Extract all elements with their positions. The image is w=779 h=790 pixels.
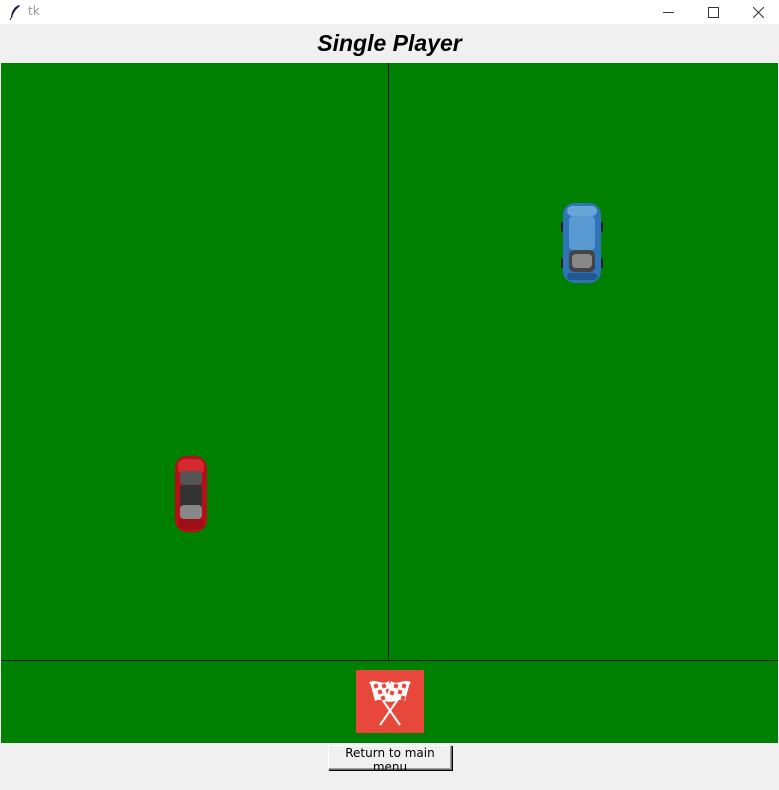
lane-divider bbox=[388, 63, 389, 660]
finish-area-divider bbox=[1, 660, 778, 661]
blue-car bbox=[561, 203, 603, 283]
checkered-flags-icon[interactable] bbox=[356, 670, 424, 733]
maximize-icon bbox=[708, 6, 719, 18]
red-car bbox=[175, 456, 207, 532]
maximize-button[interactable] bbox=[691, 0, 736, 24]
feather-icon bbox=[9, 5, 20, 20]
race-track-canvas[interactable] bbox=[1, 63, 778, 743]
return-to-main-menu-button[interactable]: Return to main menu bbox=[328, 745, 452, 774]
page-title: Single Player bbox=[317, 30, 462, 56]
minimize-button[interactable] bbox=[646, 0, 691, 24]
window-titlebar[interactable]: tk bbox=[0, 0, 779, 24]
close-icon bbox=[753, 6, 764, 18]
window-title: tk bbox=[28, 4, 40, 18]
minimize-icon bbox=[663, 11, 674, 13]
close-button[interactable] bbox=[736, 0, 779, 24]
